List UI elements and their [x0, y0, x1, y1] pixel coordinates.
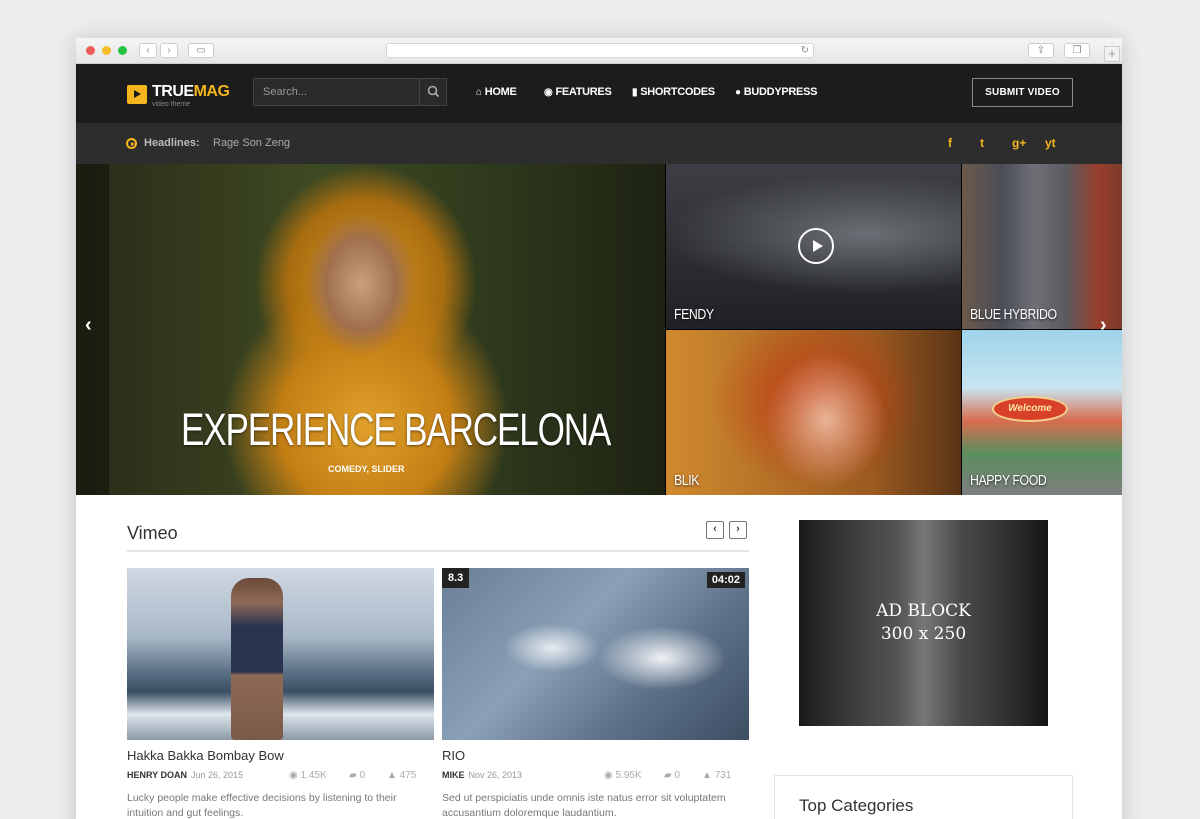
top-categories-widget: Top Categories: [774, 775, 1073, 819]
section-title: Vimeo: [127, 523, 178, 543]
browser-window: ‹ › ▭ ↻ ⇪ ❐ TRUEMAG video theme ⌂HOME ◉F…: [76, 38, 1122, 819]
comments-count: ▰ 0: [664, 770, 681, 781]
slider-next-icon[interactable]: ›: [1100, 314, 1107, 337]
search-icon: [427, 85, 440, 98]
tile-label[interactable]: BLUE HYBRIDO: [970, 306, 1057, 323]
video-title[interactable]: Hakka Bakka Bombay Bow: [127, 748, 284, 763]
comment-icon: ▰: [664, 770, 675, 781]
video-author[interactable]: MIKE: [442, 770, 465, 780]
duration-badge: 04:02: [706, 572, 745, 588]
logo-accent-text: MAG: [193, 83, 230, 100]
home-icon: ⌂: [476, 87, 482, 98]
tile-label[interactable]: FENDY: [674, 306, 714, 323]
tile-blue-hybrido[interactable]: BLUE HYBRIDO: [962, 164, 1122, 329]
top-categories-title: Top Categories: [799, 796, 914, 815]
video-author[interactable]: HENRY DOAN: [127, 770, 187, 780]
video-excerpt: Lucky people make effective decisions by…: [127, 792, 397, 819]
search-button[interactable]: [419, 79, 446, 105]
sidebar-toggle-icon[interactable]: ▭: [188, 43, 214, 58]
headline-link[interactable]: Rage Son Zeng: [213, 137, 290, 149]
minimize-window-dot[interactable]: [102, 46, 111, 55]
video-title[interactable]: RIO: [442, 748, 465, 763]
video-card: Hakka Bakka Bombay Bow HENRY DOAN Jun 26,…: [127, 568, 434, 819]
video-card: 8.3 04:02 RIO MIKE Nov 26, 2013 ◉ 5.95K ▰…: [442, 568, 749, 819]
address-bar[interactable]: ↻: [386, 43, 814, 58]
play-circle-icon: ◉: [544, 87, 553, 98]
share-icon[interactable]: ⇪: [1028, 43, 1054, 58]
views-count: ◉ 1.45K: [289, 770, 327, 781]
browser-toolbar: ‹ › ▭ ↻ ⇪ ❐: [76, 38, 1122, 64]
section-prev-button[interactable]: ‹: [706, 521, 724, 539]
headline-play-icon: [126, 138, 137, 149]
video-thumbnail[interactable]: 8.3 04:02: [442, 568, 749, 740]
ad-title: AD BLOCK: [876, 601, 971, 621]
site-header: TRUEMAG video theme ⌂HOME ◉FEATURES ▮SHO…: [76, 64, 1122, 123]
youtube-icon[interactable]: yt: [1045, 136, 1056, 150]
video-date: Nov 26, 2013: [468, 770, 523, 780]
logo-main-text: TRUE: [152, 83, 194, 100]
section-divider: [127, 550, 749, 552]
tile-label[interactable]: BLIK: [674, 472, 699, 489]
video-date: Jun 26, 2015: [191, 770, 244, 780]
search-box: [253, 78, 447, 106]
ad-size: 300 x 250: [880, 624, 967, 644]
ad-block[interactable]: AD BLOCK 300 x 250: [799, 520, 1048, 726]
headlines-label: Headlines:: [144, 137, 200, 149]
comments-count: ▰ 0: [349, 770, 366, 781]
tile-fendy[interactable]: FENDY: [666, 164, 961, 329]
likes-count: ▲ 475: [387, 770, 417, 781]
nav-buddypress[interactable]: ● BUDDYPRESS: [735, 86, 817, 98]
play-button-icon[interactable]: [798, 228, 834, 264]
nav-home[interactable]: ⌂ HOME: [476, 86, 517, 98]
comment-icon: ▰: [349, 770, 360, 781]
forward-icon[interactable]: ›: [160, 43, 178, 58]
headlines-bar: Headlines: Rage Son Zeng f t g+ yt: [76, 123, 1122, 164]
hero-title[interactable]: EXPERIENCE BARCELONA: [181, 404, 611, 456]
twitter-icon[interactable]: t: [980, 136, 984, 150]
reload-icon[interactable]: ↻: [801, 44, 809, 58]
rating-badge: 8.3: [442, 568, 470, 588]
video-thumbnail[interactable]: [127, 568, 434, 740]
site-logo[interactable]: TRUEMAG video theme: [127, 82, 230, 108]
video-excerpt: Sed ut perspiciatis unde omnis iste natu…: [442, 792, 726, 819]
nav-features[interactable]: ◉ FEATURES: [544, 86, 612, 98]
hero-slide[interactable]: EXPERIENCE BARCELONA COMEDY, SLIDER: [76, 164, 665, 495]
close-window-dot[interactable]: [86, 46, 95, 55]
submit-video-button[interactable]: SUBMIT VIDEO: [972, 78, 1073, 107]
thumbs-up-icon: ▲: [702, 770, 715, 781]
slider-prev-icon[interactable]: ‹: [85, 314, 92, 337]
likes-count: ▲ 731: [702, 770, 732, 781]
hero-categories[interactable]: COMEDY, SLIDER: [328, 464, 405, 474]
maximize-window-dot[interactable]: [118, 46, 127, 55]
views-count: ◉ 5.95K: [604, 770, 642, 781]
welcome-sign: Welcome: [992, 396, 1068, 422]
logo-play-icon: [127, 85, 147, 104]
section-next-button[interactable]: ›: [729, 521, 747, 539]
tile-happy-food[interactable]: Welcome HAPPY FOOD: [962, 330, 1122, 495]
tile-label[interactable]: HAPPY FOOD: [970, 472, 1047, 489]
bookmark-icon: ▮: [632, 87, 638, 98]
search-input[interactable]: [254, 79, 419, 105]
google-plus-icon[interactable]: g+: [1012, 136, 1026, 150]
video-meta: HENRY DOAN Jun 26, 2015 ◉ 1.45K ▰ 0 ▲ 475: [127, 770, 434, 781]
back-icon[interactable]: ‹: [139, 43, 157, 58]
user-icon: ●: [735, 87, 741, 98]
nav-shortcodes[interactable]: ▮ SHORTCODES: [632, 86, 715, 98]
thumbs-up-icon: ▲: [387, 770, 400, 781]
new-tab-icon[interactable]: +: [1104, 46, 1120, 62]
video-meta: MIKE Nov 26, 2013 ◉ 5.95K ▰ 0 ▲ 731: [442, 770, 749, 781]
logo-subtitle: video theme: [152, 101, 191, 108]
tile-blik[interactable]: BLIK: [666, 330, 961, 495]
main-content: Vimeo ‹ › Hakka Bakka Bombay Bow HENRY D…: [76, 495, 1122, 819]
eye-icon: ◉: [604, 770, 616, 781]
facebook-icon[interactable]: f: [948, 136, 952, 150]
tabs-icon[interactable]: ❐: [1064, 43, 1090, 58]
eye-icon: ◉: [289, 770, 301, 781]
featured-slider: EXPERIENCE BARCELONA COMEDY, SLIDER FEND…: [76, 164, 1122, 495]
